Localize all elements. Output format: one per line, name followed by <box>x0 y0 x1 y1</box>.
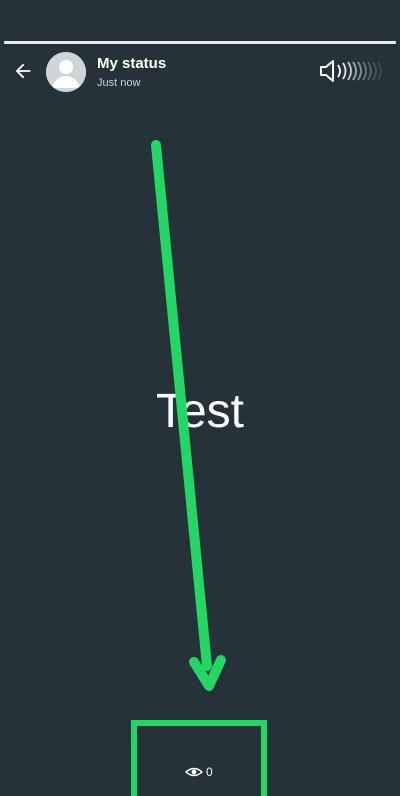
status-timestamp: Just now <box>97 77 141 89</box>
mute-button[interactable] <box>318 56 394 86</box>
annotation-highlight-box <box>131 720 267 796</box>
views-count: 0 <box>206 765 213 779</box>
arrow-left-icon <box>15 63 31 79</box>
status-progress-fill <box>4 41 396 44</box>
avatar[interactable] <box>46 52 86 92</box>
volume-speaker-icon <box>320 60 382 82</box>
status-progress-bar <box>4 41 396 44</box>
status-viewer-screen: My status Just now Test 0 <box>0 0 400 796</box>
status-header: My status Just now <box>0 48 400 98</box>
default-avatar-icon <box>46 52 86 92</box>
eye-icon <box>185 767 203 777</box>
status-text-content: Test <box>155 385 245 438</box>
back-button[interactable] <box>10 58 36 84</box>
views-button[interactable]: 0 <box>185 764 213 780</box>
status-owner-name: My status <box>97 55 167 72</box>
